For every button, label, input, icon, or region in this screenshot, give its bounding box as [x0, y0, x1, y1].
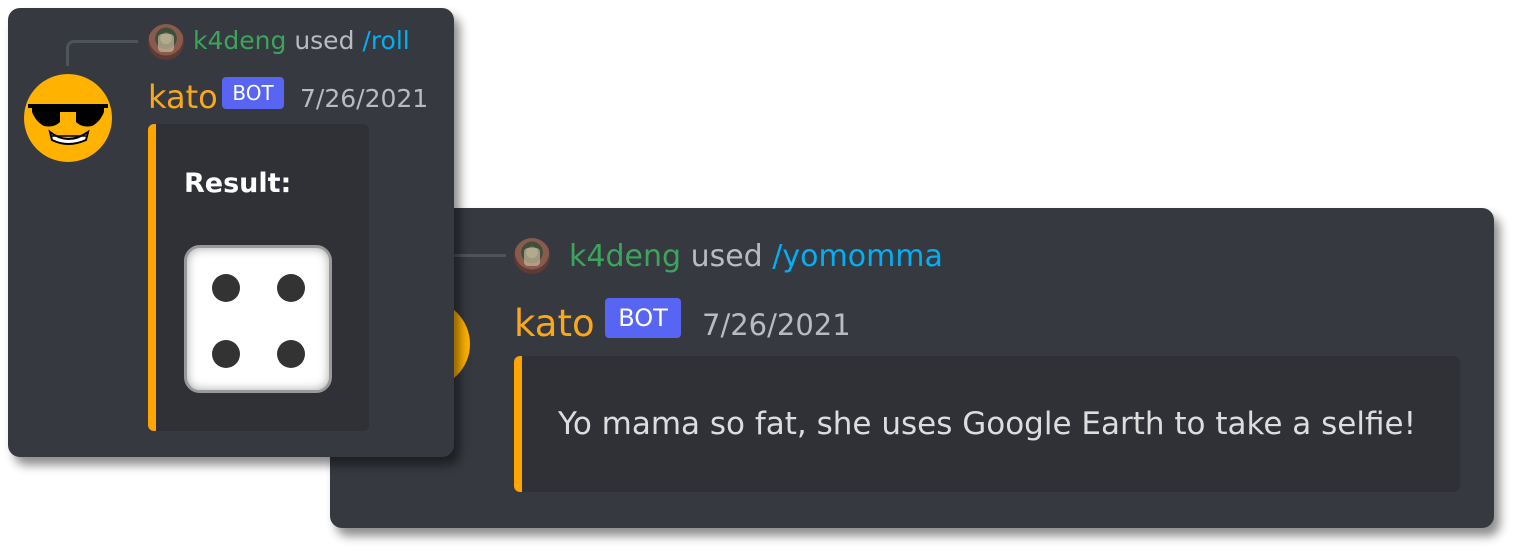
die-pip [212, 274, 240, 302]
message-timestamp: 7/26/2021 [702, 308, 851, 342]
reply-connector-line [454, 254, 506, 280]
embed-description: Yo mama so fat, she uses Google Earth to… [558, 406, 1416, 442]
reply-reference[interactable]: k4deng used /roll [193, 26, 410, 55]
reply-command[interactable]: /yomomma [772, 239, 943, 274]
bot-tag: BOT [605, 298, 681, 338]
replied-user-avatar[interactable] [514, 238, 550, 274]
reply-used-text: used [294, 26, 355, 55]
die-pip [277, 274, 305, 302]
reply-connector-line [66, 40, 138, 66]
message-roll: k4deng used /roll kato BOT 7/26/2021 Res… [8, 8, 454, 457]
roll-result-embed: Result: [148, 124, 369, 431]
dice-four-icon [184, 245, 332, 393]
reply-username[interactable]: k4deng [193, 26, 286, 55]
bot-avatar[interactable] [24, 74, 112, 162]
message-yomomma: k4deng used /yomomma kato BOT 7/26/2021 … [330, 208, 1494, 528]
die-pip [277, 340, 305, 368]
reply-username[interactable]: k4deng [569, 239, 681, 274]
embed-title: Result: [184, 168, 292, 199]
reply-used-text: used [690, 239, 763, 274]
message-timestamp: 7/26/2021 [300, 84, 429, 113]
author-username[interactable]: kato [514, 302, 595, 345]
author-username[interactable]: kato [148, 78, 218, 116]
reply-reference[interactable]: k4deng used /yomomma [569, 239, 943, 274]
bot-tag: BOT [222, 77, 284, 109]
sunglasses-smiley-icon [28, 104, 108, 145]
die-pip [212, 340, 240, 368]
joke-embed: Yo mama so fat, she uses Google Earth to… [514, 356, 1460, 492]
reply-command[interactable]: /roll [362, 26, 409, 55]
replied-user-avatar[interactable] [148, 24, 184, 60]
